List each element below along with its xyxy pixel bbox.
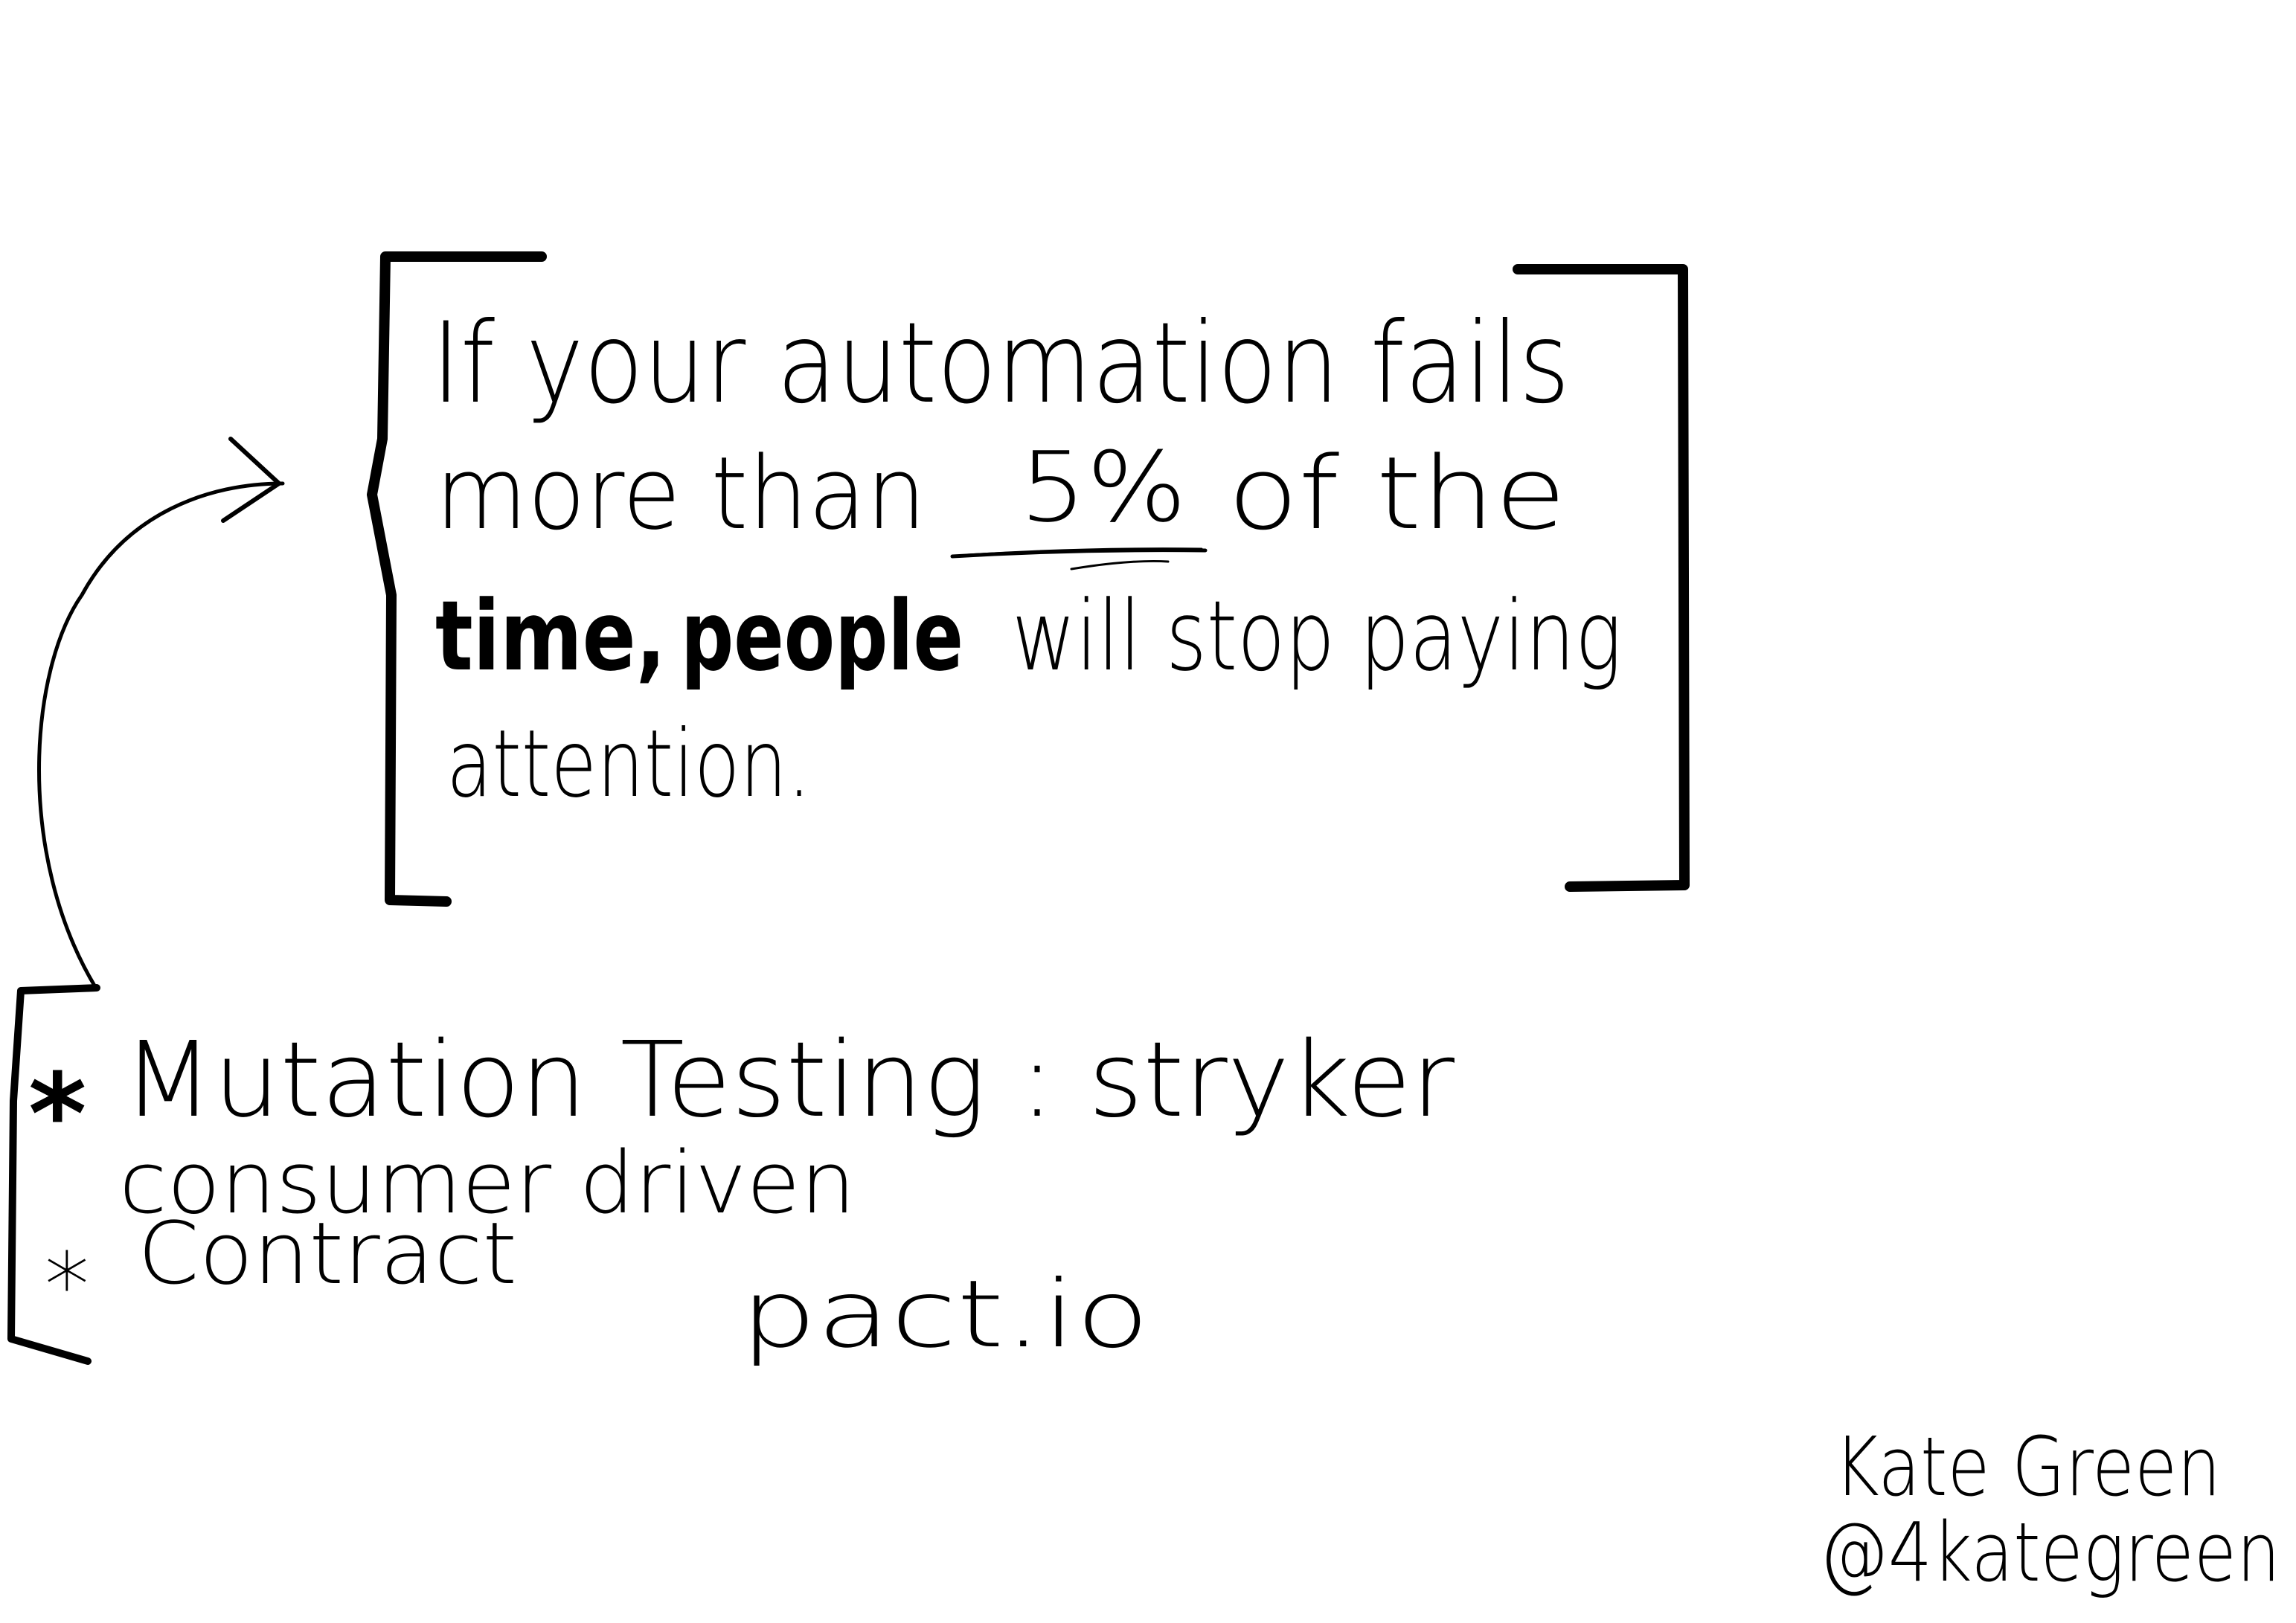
quote-line-4: attention. [446,710,811,818]
quote-highlight-percent: 5% [1019,431,1187,544]
signature: Kate Green @4kategreen [1819,1419,2280,1600]
quote-emphasis-people: people [681,579,963,692]
notes-item-mutation-testing: Mutation Testing : stryker [123,1020,1455,1141]
quote-line-2a: more than [435,435,926,552]
quote-text: If your automation fails more than 5% of… [432,299,1622,818]
sketch-canvas: If your automation fails more than 5% of… [7,251,2280,1600]
notes-tool-pact: pact.io [740,1261,1149,1369]
percent-underline [950,547,1208,571]
quote-line-3c: will stop paying [1012,579,1622,692]
signature-handle: @4kategreen [1819,1505,2280,1600]
signature-name: Kate Green [1834,1419,2221,1514]
notes-bullet-1: * [28,1050,86,1180]
notes: * Mutation Testing : stryker consumer dr… [28,1020,1455,1369]
quote-line-1: If your automation fails [432,299,1570,428]
quote-line-3a: time, [435,579,666,692]
notes-item-contract: Contract [138,1204,517,1304]
quote-line-2c: of the [1228,435,1566,552]
arrow-head-icon [221,437,281,523]
connector-arrow [37,437,285,992]
notes-bullet-2: * [45,1235,89,1338]
